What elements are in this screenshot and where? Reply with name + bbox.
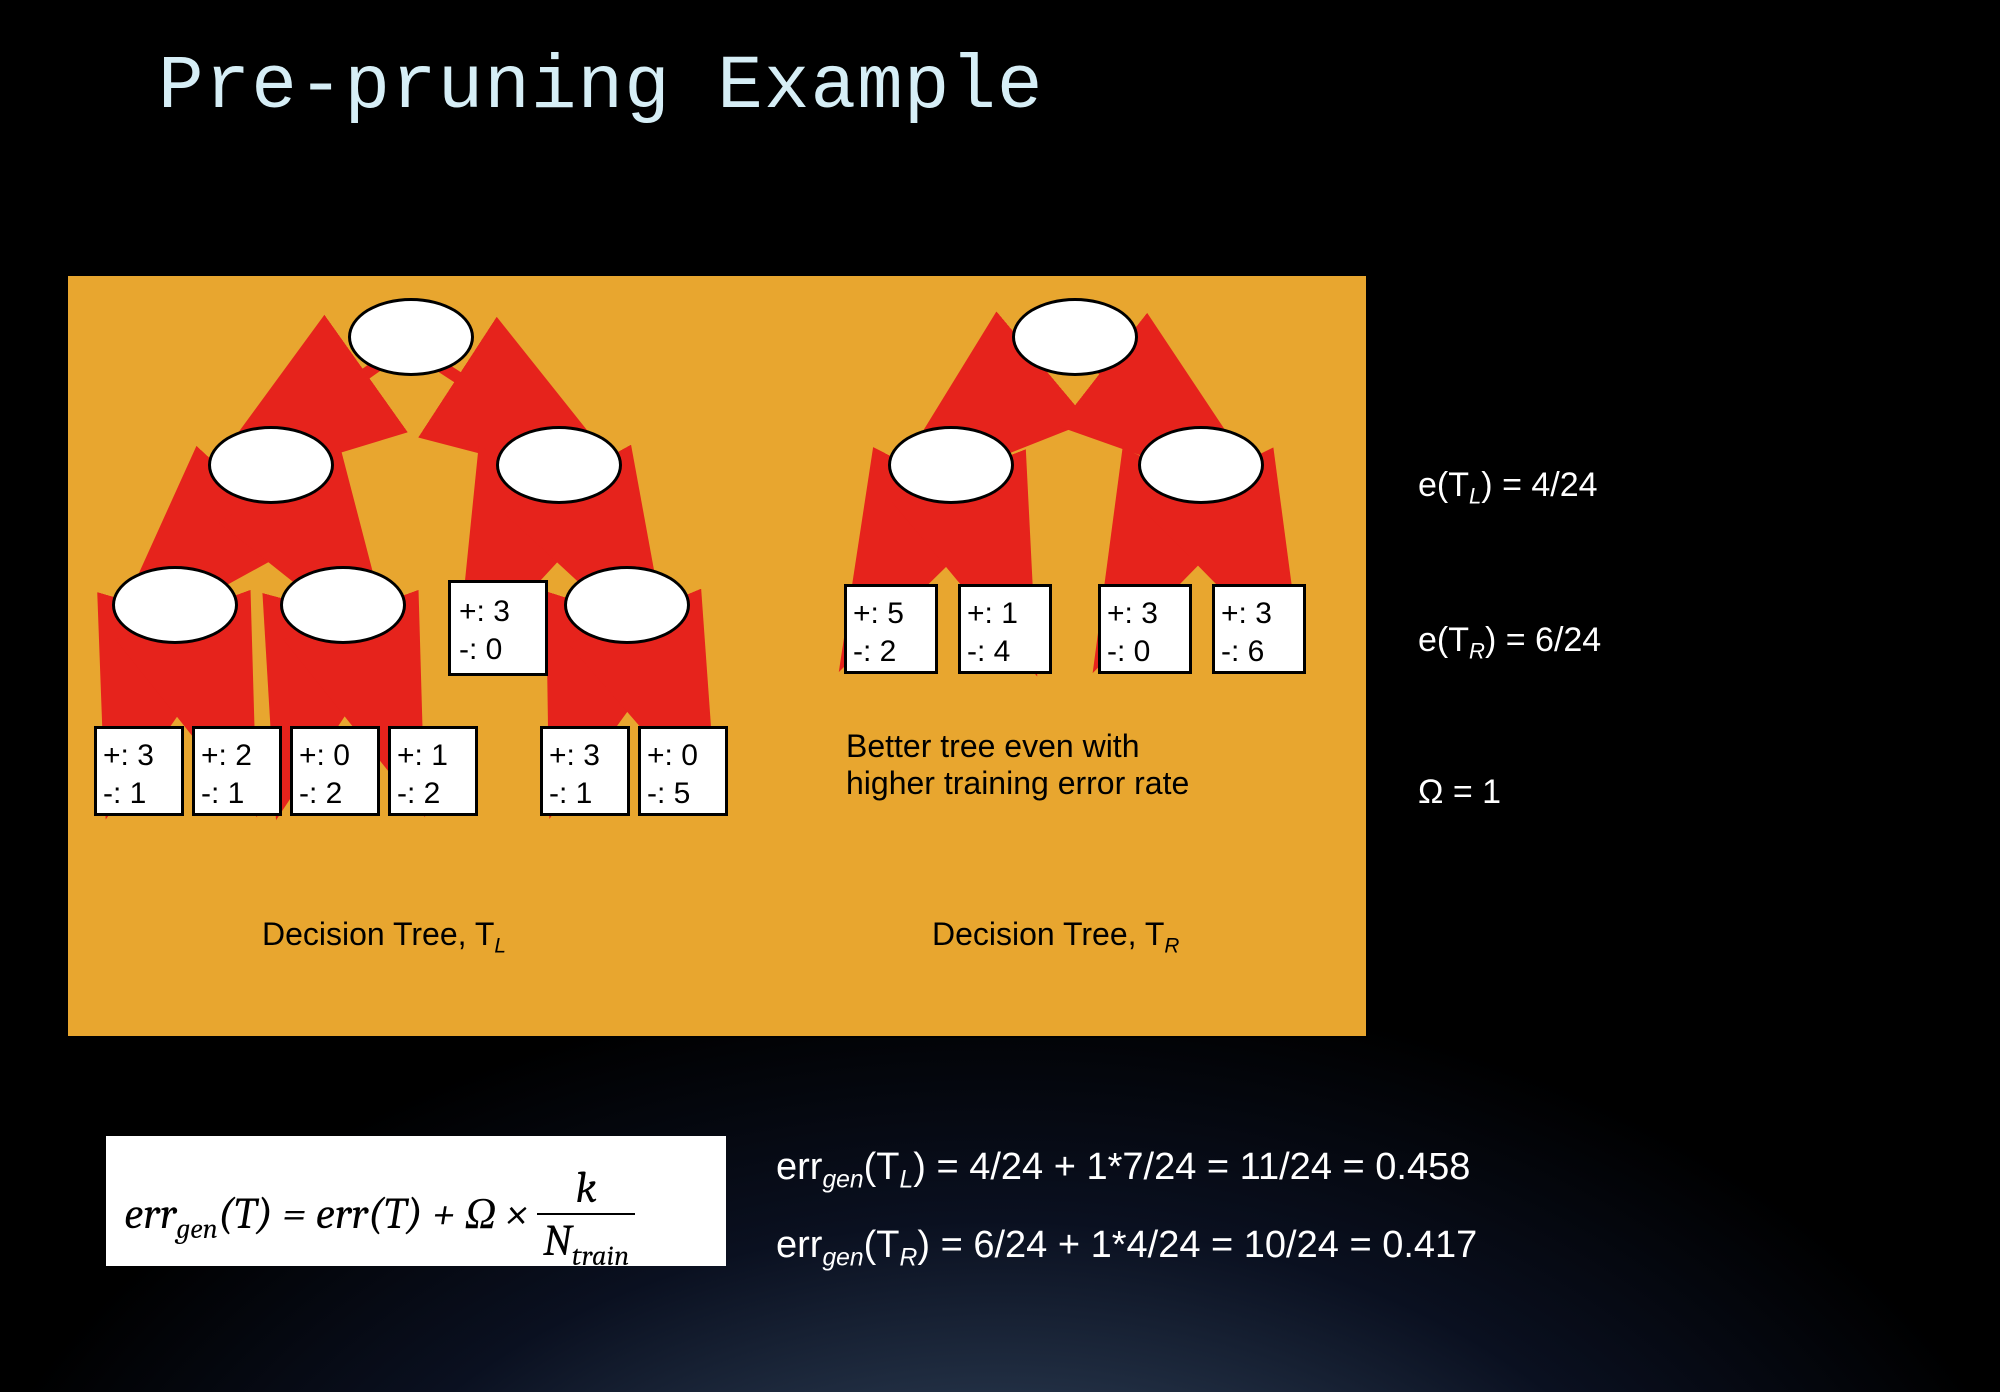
- t: err: [776, 1224, 822, 1266]
- caption-right-text: Decision Tree, T: [932, 916, 1164, 952]
- leaf-neg: -: 0: [459, 631, 537, 669]
- trees-panel: +: 3 -: 0 +: 3 -: 1 +: 2 -: 1 +: 0 -: 2 …: [66, 274, 1368, 1038]
- t: ) = 4/24 + 1*7/24 = 11/24 = 0.458: [913, 1146, 1470, 1188]
- leaf-neg: -: 1: [201, 775, 273, 813]
- tr-leaf: +: 5 -: 2: [844, 584, 938, 674]
- t: (T: [864, 1224, 900, 1266]
- leaf-pos: +: 0: [647, 737, 719, 775]
- caption-left-sub: L: [494, 934, 506, 957]
- f-frac-bot: N: [543, 1215, 572, 1266]
- formula: errgen(T) = err(T) + Ω × kNtrain: [124, 1162, 635, 1273]
- leaf-neg: -: 6: [1221, 633, 1297, 671]
- t: (T: [864, 1146, 900, 1188]
- tr-leaf: +: 3 -: 0: [1098, 584, 1192, 674]
- leaf-pos: +: 1: [967, 595, 1043, 633]
- f-frac-bot-sub: train: [572, 1240, 630, 1273]
- caption-left-text: Decision Tree, T: [262, 916, 494, 952]
- tr-leaf: +: 1 -: 4: [958, 584, 1052, 674]
- omega: Ω = 1: [1418, 770, 1501, 816]
- txt: e(T: [1418, 466, 1469, 504]
- leaf-pos: +: 3: [1221, 595, 1297, 633]
- slide: Pre-pruning Example: [0, 0, 2000, 1392]
- tl-leaf: +: 1 -: 2: [388, 726, 478, 816]
- caption-right-sub: R: [1164, 934, 1179, 957]
- leaf-neg: -: 1: [549, 775, 621, 813]
- leaf-neg: -: 2: [397, 775, 469, 813]
- leaf-pos: +: 1: [397, 737, 469, 775]
- txt: ) = 6/24: [1485, 621, 1601, 659]
- tr-node: [888, 426, 1014, 504]
- sub: L: [1469, 484, 1481, 509]
- t: err: [776, 1146, 822, 1188]
- note-line2: higher training error rate: [846, 765, 1189, 802]
- s: gen: [822, 1167, 863, 1194]
- f-lhs: err: [124, 1188, 176, 1239]
- leaf-pos: +: 3: [103, 737, 175, 775]
- tl-leaf: +: 0 -: 2: [290, 726, 380, 816]
- errgen-tl: errgen(TL) = 4/24 + 1*7/24 = 11/24 = 0.4…: [776, 1146, 1470, 1195]
- leaf-pos: +: 5: [853, 595, 929, 633]
- leaf-pos: +: 2: [201, 737, 273, 775]
- leaf-neg: -: 2: [853, 633, 929, 671]
- caption-right: Decision Tree, TR: [932, 916, 1179, 958]
- s: R: [900, 1245, 918, 1272]
- leaf-pos: +: 3: [459, 593, 537, 631]
- leaf-neg: -: 4: [967, 633, 1043, 671]
- leaf-neg: -: 1: [103, 775, 175, 813]
- tl-leaf: +: 2 -: 1: [192, 726, 282, 816]
- errgen-tr: errgen(TR) = 6/24 + 1*4/24 = 10/24 = 0.4…: [776, 1224, 1477, 1273]
- tl-node: [280, 566, 406, 644]
- e-tl: e(TL) = 4/24: [1418, 463, 1598, 512]
- e-tr: e(TR) = 6/24: [1418, 618, 1601, 667]
- t: ) = 6/24 + 1*4/24 = 10/24 = 0.417: [917, 1224, 1477, 1266]
- leaf-pos: +: 3: [549, 737, 621, 775]
- tl-root: [348, 298, 474, 376]
- sub: R: [1469, 639, 1485, 664]
- tl-leaf-mid: +: 3 -: 0: [448, 580, 548, 676]
- tr-node: [1138, 426, 1264, 504]
- slide-title: Pre-pruning Example: [158, 44, 1044, 130]
- s: L: [900, 1167, 914, 1194]
- tr-leaf: +: 3 -: 6: [1212, 584, 1306, 674]
- tl-node: [496, 426, 622, 504]
- tl-leaf: +: 3 -: 1: [94, 726, 184, 816]
- tl-node: [112, 566, 238, 644]
- leaf-pos: +: 0: [299, 737, 371, 775]
- better-tree-note: Better tree even with higher training er…: [846, 728, 1189, 802]
- tl-leaf: +: 3 -: 1: [540, 726, 630, 816]
- leaf-neg: -: 5: [647, 775, 719, 813]
- note-line1: Better tree even with: [846, 728, 1189, 765]
- f-frac-top: k: [537, 1162, 635, 1215]
- txt: ) = 4/24: [1481, 466, 1597, 504]
- caption-left: Decision Tree, TL: [262, 916, 506, 958]
- s: gen: [822, 1245, 863, 1272]
- txt: e(T: [1418, 621, 1469, 659]
- f-lhs-sub: gen: [176, 1213, 218, 1246]
- tl-node: [208, 426, 334, 504]
- leaf-pos: +: 3: [1107, 595, 1183, 633]
- tr-root: [1012, 298, 1138, 376]
- leaf-neg: -: 2: [299, 775, 371, 813]
- leaf-neg: -: 0: [1107, 633, 1183, 671]
- tl-leaf: +: 0 -: 5: [638, 726, 728, 816]
- f-mid: (T) = err(T) + Ω ×: [218, 1188, 537, 1239]
- tl-node: [564, 566, 690, 644]
